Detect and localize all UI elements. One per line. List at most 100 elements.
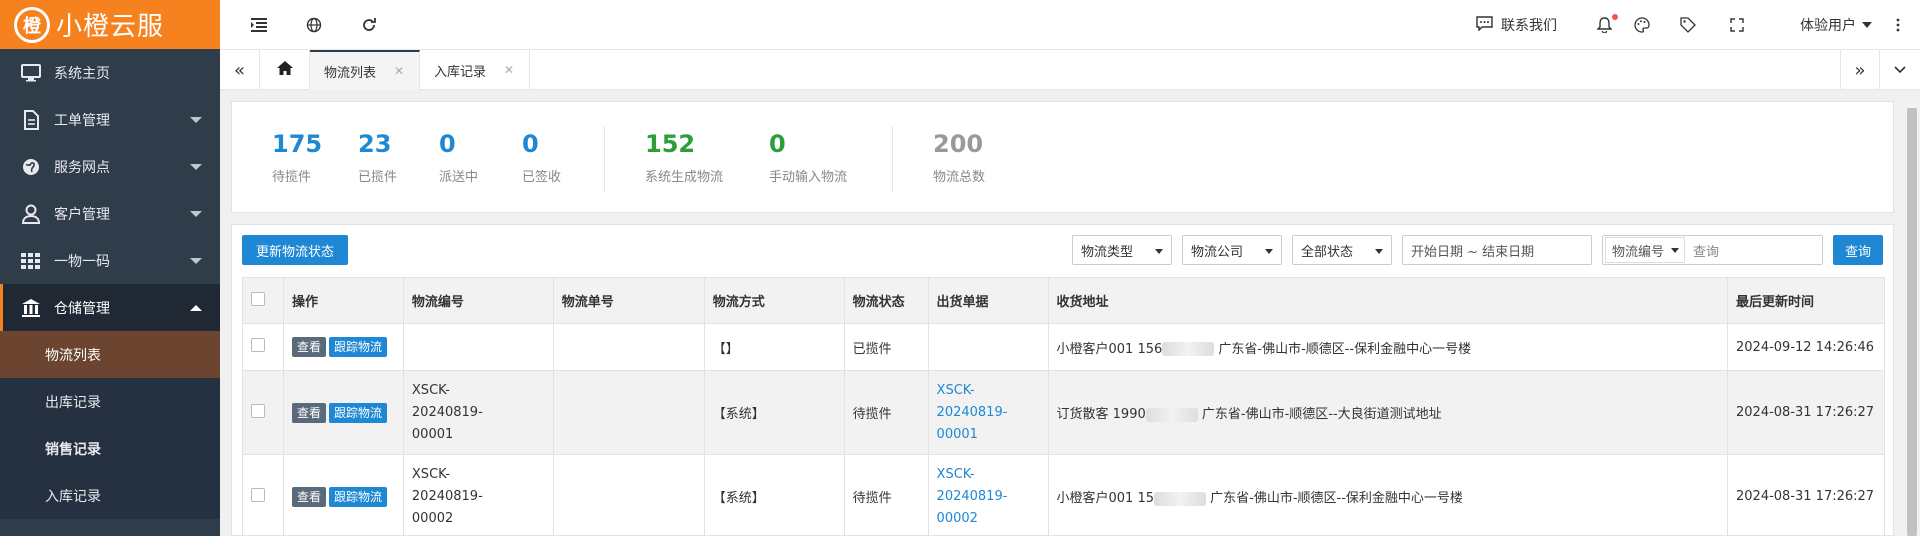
stat-signed[interactable]: 0 已签收 — [522, 130, 561, 185]
row-checkbox[interactable] — [251, 403, 265, 418]
row-checkbox[interactable] — [251, 487, 265, 502]
stat-value: 0 — [522, 130, 539, 158]
date-range-placeholder: 开始日期 ~ 结束日期 — [1411, 244, 1535, 260]
user-menu[interactable]: 体验用户 — [1800, 15, 1872, 35]
chevron-down-icon — [1265, 249, 1273, 254]
sidebar-item-customers[interactable]: 客户管理 — [0, 190, 220, 237]
shipment-doc-link[interactable]: XSCK- 20240819- 00001 — [937, 383, 1008, 442]
logistics-status: 已揽件 — [843, 323, 929, 371]
tracking-number — [552, 370, 705, 455]
menu-toggle-icon[interactable] — [248, 14, 270, 36]
globe-icon[interactable] — [303, 14, 325, 36]
logistics-status: 待揽件 — [843, 370, 929, 455]
stat-in-delivery[interactable]: 0 派送中 — [439, 130, 478, 185]
sidebar-subitem-label: 入库记录 — [45, 488, 101, 505]
address-detail: 广东省-佛山市-顺德区--保利金融中心一号楼 — [1218, 341, 1472, 357]
tabs-menu-chevron-icon[interactable] — [1880, 50, 1920, 90]
date-range-input[interactable]: 开始日期 ~ 结束日期 — [1402, 235, 1592, 265]
row-checkbox[interactable] — [251, 338, 265, 352]
tab-logistics-list[interactable]: 物流列表 ✕ — [310, 50, 420, 90]
logistics-company-select[interactable]: 物流公司 — [1182, 235, 1282, 265]
close-icon[interactable]: ✕ — [504, 63, 514, 77]
tabs-scroll-right-icon[interactable]: » — [1840, 50, 1880, 90]
tag-icon[interactable] — [1680, 17, 1696, 33]
sidebar-item-warehouse[interactable]: 仓储管理 — [0, 284, 220, 331]
view-button[interactable]: 查看 — [291, 486, 326, 507]
contact-us-link[interactable]: 联系我们 — [1476, 15, 1557, 35]
home-tab[interactable] — [260, 50, 310, 90]
fullscreen-icon[interactable] — [1730, 18, 1744, 32]
column-header: 物流编号 — [402, 277, 554, 324]
grid-icon — [20, 250, 42, 272]
select-value: 物流类型 — [1081, 244, 1134, 260]
track-logistics-button[interactable]: 跟踪物流 — [329, 337, 388, 357]
table-row[interactable]: 查看 跟踪物流 XSCK- 20240819- 00001 【系统】 待揽件 XSCK… — [242, 370, 1885, 455]
sidebar-item-home[interactable]: 系统主页 — [0, 49, 220, 96]
stat-pending-pickup[interactable]: 175 待揽件 — [272, 130, 322, 185]
more-vertical-icon[interactable] — [1896, 18, 1900, 32]
select-all-checkbox[interactable] — [251, 291, 265, 306]
logo[interactable]: 橙 小橙云服 — [0, 0, 220, 49]
sidebar-item-label: 工单管理 — [54, 112, 110, 129]
stat-value: 0 — [769, 130, 786, 158]
shipment-doc-link[interactable]: XSCK- 20240819- 00002 — [937, 467, 1008, 526]
palette-icon[interactable] — [1634, 17, 1650, 33]
monitor-icon — [20, 62, 42, 84]
chevron-down-icon — [190, 163, 202, 170]
table-row[interactable]: 查看 跟踪物流 XSCK- 20240819- 00002 【系统】 待揽件 XSCK… — [242, 454, 1885, 536]
tab-label: 物流列表 — [324, 65, 377, 81]
select-all-cell[interactable] — [242, 277, 284, 324]
view-button[interactable]: 查看 — [291, 337, 326, 357]
sidebar-subitem-inbound[interactable]: 入库记录 — [0, 472, 220, 519]
logistics-code: XSCK- 20240819- 00002 — [402, 454, 554, 536]
sidebar-subitem-label: 销售记录 — [45, 441, 101, 458]
chevron-down-icon — [1375, 249, 1383, 254]
stat-label: 待揽件 — [272, 170, 312, 185]
sidebar-subitem-logistics-list[interactable]: 物流列表 — [0, 331, 220, 378]
user-icon — [20, 203, 42, 225]
column-header: 操作 — [282, 277, 404, 324]
tabs-scroll-left-icon[interactable]: « — [220, 50, 260, 90]
track-logistics-button[interactable]: 跟踪物流 — [329, 402, 388, 423]
close-icon[interactable]: ✕ — [394, 64, 404, 78]
stat-value: 200 — [933, 130, 984, 158]
stat-system-generated[interactable]: 152 系统生成物流 — [645, 130, 723, 185]
sidebar-item-qrcode[interactable]: 一物一码 — [0, 237, 220, 284]
stat-label: 物流总数 — [933, 170, 986, 185]
refresh-icon[interactable] — [358, 14, 380, 36]
logistics-status: 待揽件 — [843, 454, 929, 536]
search-group: 物流编号 查询 — [1602, 235, 1823, 265]
stat-total[interactable]: 200 物流总数 — [933, 130, 985, 185]
search-button[interactable]: 查询 — [1833, 235, 1883, 265]
logistics-method: 【】 — [703, 323, 845, 371]
logistics-code-text: XSCK- 20240819- 00001 — [411, 382, 483, 442]
select-value: 物流公司 — [1191, 244, 1244, 260]
sidebar-item-workorder[interactable]: 工单管理 — [0, 96, 220, 143]
tab-inbound-records[interactable]: 入库记录 ✕ — [420, 50, 530, 90]
sidebar-item-label: 系统主页 — [54, 65, 110, 82]
user-name: 体验用户 — [1800, 18, 1856, 34]
track-logistics-button[interactable]: 跟踪物流 — [329, 486, 388, 507]
notification-dot — [1612, 14, 1618, 20]
update-status-button[interactable]: 更新物流状态 — [242, 235, 348, 265]
table-row[interactable]: 查看 跟踪物流 【】 已揽件 小橙客户001 156 广东省-佛山市-顺德区--保… — [242, 323, 1885, 371]
notification-bell-icon[interactable] — [1597, 14, 1618, 33]
logistics-method: 【系统】 — [703, 370, 845, 455]
redacted-phone — [1154, 491, 1207, 506]
search-input[interactable]: 查询 — [1693, 241, 1719, 260]
stat-manual-input[interactable]: 0 手动输入物流 — [769, 130, 847, 185]
contact-us-label: 联系我们 — [1501, 18, 1557, 34]
status-select[interactable]: 全部状态 — [1292, 235, 1392, 265]
stat-picked-up[interactable]: 23 已揽件 — [358, 130, 397, 185]
logistics-type-select[interactable]: 物流类型 — [1072, 235, 1172, 265]
search-field-select[interactable]: 物流编号 — [1605, 237, 1685, 263]
view-button[interactable]: 查看 — [291, 402, 326, 423]
sidebar-item-service-points[interactable]: 服务网点 — [0, 143, 220, 190]
sidebar-subitem-outbound[interactable]: 出库记录 — [0, 378, 220, 425]
sidebar-subitem-sales[interactable]: 销售记录 — [0, 425, 220, 472]
address-contact: 订货散客 1990 — [1056, 407, 1146, 422]
stat-value: 0 — [439, 130, 456, 158]
column-header: 出货单据 — [927, 277, 1049, 324]
page-scrollbar-thumb[interactable] — [1907, 108, 1917, 536]
sidebar-subitem-label: 物流列表 — [45, 347, 101, 364]
